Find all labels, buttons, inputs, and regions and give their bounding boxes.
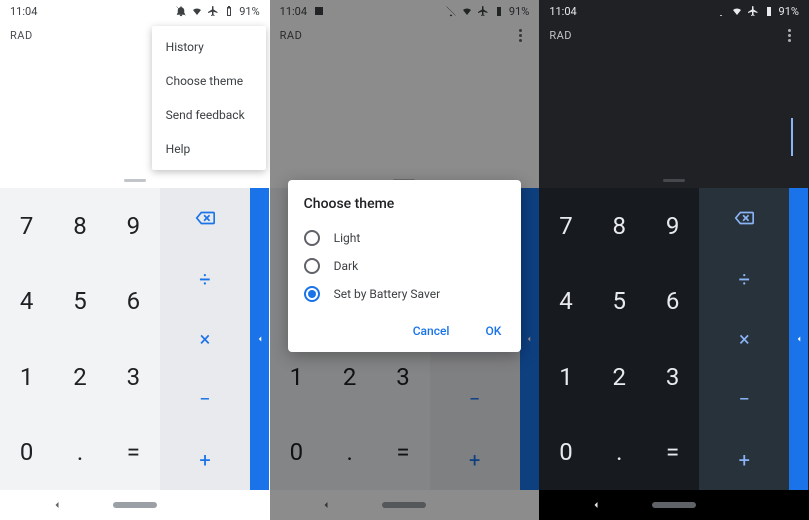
bell-off-icon xyxy=(715,5,727,17)
digit-grid: 7 8 9 4 5 6 1 2 3 0 . = xyxy=(0,188,160,490)
op-multiply[interactable]: × xyxy=(160,309,250,369)
digit-8[interactable]: 8 xyxy=(53,188,106,264)
digit-4[interactable]: 4 xyxy=(539,264,592,340)
digit-2[interactable]: 2 xyxy=(593,339,646,415)
chevron-left-icon xyxy=(794,334,804,344)
status-bar: 11:04 91% xyxy=(539,0,809,22)
radio-icon xyxy=(304,230,320,246)
back-icon[interactable] xyxy=(51,496,63,515)
cancel-button[interactable]: Cancel xyxy=(409,318,454,344)
menu-item-help[interactable]: Help xyxy=(152,132,266,166)
app-header: RAD xyxy=(539,22,809,48)
angle-mode[interactable]: RAD xyxy=(10,29,33,42)
op-divide[interactable]: ÷ xyxy=(160,248,250,308)
digit-9[interactable]: 9 xyxy=(107,188,160,264)
system-nav-bar xyxy=(539,490,809,520)
theme-option-label: Dark xyxy=(334,259,359,273)
theme-option-label: Light xyxy=(334,231,361,245)
bell-off-icon xyxy=(175,5,187,17)
op-minus[interactable]: − xyxy=(699,369,789,429)
digit-5[interactable]: 5 xyxy=(593,264,646,340)
digit-0[interactable]: 0 xyxy=(539,415,592,491)
angle-mode[interactable]: RAD xyxy=(549,29,572,42)
digit-1[interactable]: 1 xyxy=(539,339,592,415)
text-cursor xyxy=(791,118,793,156)
operator-column: ÷ × − + xyxy=(160,188,250,490)
theme-option-battery-saver[interactable]: Set by Battery Saver xyxy=(304,280,506,308)
more-menu-button[interactable] xyxy=(781,26,799,44)
wifi-icon xyxy=(731,5,743,17)
keypad: 7 8 9 4 5 6 1 2 3 0 . = ÷ × − + xyxy=(539,188,809,490)
back-icon[interactable] xyxy=(590,496,602,515)
op-plus[interactable]: + xyxy=(160,430,250,490)
op-divide[interactable]: ÷ xyxy=(699,248,789,308)
digit-grid: 7 8 9 4 5 6 1 2 3 0 . = xyxy=(539,188,699,490)
radio-selected-icon xyxy=(304,286,320,302)
home-pill[interactable] xyxy=(113,502,157,508)
status-time: 11:04 xyxy=(549,5,576,18)
theme-dialog: Choose theme Light Dark Set by Battery S… xyxy=(288,180,522,352)
phone-dialog: 11:04 91% RAD 7 8 9 4 5 6 1 2 3 0 . xyxy=(270,0,540,520)
status-battery-pct: 91% xyxy=(779,5,799,18)
overflow-menu: History Choose theme Send feedback Help xyxy=(152,26,266,170)
menu-item-choose-theme[interactable]: Choose theme xyxy=(152,64,266,98)
digit-7[interactable]: 7 xyxy=(539,188,592,264)
airplane-icon xyxy=(207,5,219,17)
delete-icon[interactable] xyxy=(160,188,250,248)
digit-4[interactable]: 4 xyxy=(0,264,53,340)
status-right: 91% xyxy=(175,5,259,18)
theme-option-dark[interactable]: Dark xyxy=(304,252,506,280)
drag-handle-icon[interactable] xyxy=(663,179,685,182)
system-nav-bar xyxy=(0,490,270,520)
digit-7[interactable]: 7 xyxy=(0,188,53,264)
digit-6[interactable]: 6 xyxy=(107,264,160,340)
menu-item-history[interactable]: History xyxy=(152,30,266,64)
advanced-panel-toggle[interactable] xyxy=(789,188,808,490)
wifi-icon xyxy=(191,5,203,17)
digit-3[interactable]: 3 xyxy=(107,339,160,415)
dialog-actions: Cancel OK xyxy=(304,318,506,344)
equals[interactable]: = xyxy=(646,415,699,491)
theme-option-label: Set by Battery Saver xyxy=(334,287,441,301)
phone-dark: 11:04 91% RAD 7 8 9 4 5 6 1 2 3 0 . = xyxy=(539,0,809,520)
advanced-panel-toggle[interactable] xyxy=(250,188,269,490)
decimal-point[interactable]: . xyxy=(53,415,106,491)
digit-5[interactable]: 5 xyxy=(53,264,106,340)
op-minus[interactable]: − xyxy=(160,369,250,429)
status-bar: 11:04 91% xyxy=(0,0,270,22)
digit-0[interactable]: 0 xyxy=(0,415,53,491)
status-battery-pct: 91% xyxy=(239,5,259,18)
op-multiply[interactable]: × xyxy=(699,309,789,369)
chevron-left-icon xyxy=(255,334,265,344)
status-right: 91% xyxy=(715,5,799,18)
radio-icon xyxy=(304,258,320,274)
ok-button[interactable]: OK xyxy=(481,318,505,344)
status-time: 11:04 xyxy=(10,5,37,18)
theme-option-light[interactable]: Light xyxy=(304,224,506,252)
dialog-title: Choose theme xyxy=(304,196,506,212)
op-plus[interactable]: + xyxy=(699,430,789,490)
airplane-icon xyxy=(747,5,759,17)
digit-9[interactable]: 9 xyxy=(646,188,699,264)
digit-2[interactable]: 2 xyxy=(53,339,106,415)
digit-3[interactable]: 3 xyxy=(646,339,699,415)
display-area[interactable] xyxy=(539,48,809,188)
keypad: 7 8 9 4 5 6 1 2 3 0 . = ÷ × − + xyxy=(0,188,270,490)
home-pill[interactable] xyxy=(652,502,696,508)
digit-1[interactable]: 1 xyxy=(0,339,53,415)
digit-8[interactable]: 8 xyxy=(593,188,646,264)
delete-icon[interactable] xyxy=(699,188,789,248)
phone-light: 11:04 91% RAD History Choose theme Send … xyxy=(0,0,270,520)
battery-icon xyxy=(223,5,235,17)
digit-6[interactable]: 6 xyxy=(646,264,699,340)
operator-column: ÷ × − + xyxy=(699,188,789,490)
menu-item-send-feedback[interactable]: Send feedback xyxy=(152,98,266,132)
drag-handle-icon[interactable] xyxy=(124,179,146,182)
equals[interactable]: = xyxy=(107,415,160,491)
decimal-point[interactable]: . xyxy=(593,415,646,491)
battery-icon xyxy=(763,5,775,17)
